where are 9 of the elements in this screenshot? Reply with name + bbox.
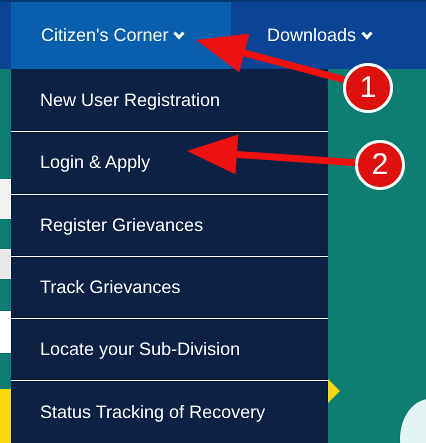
nav-item[interactable]: Citizen's Corner [11, 2, 231, 69]
chevron-down-icon [173, 31, 186, 40]
menu-item[interactable]: New User Registration [11, 69, 328, 132]
menu-item[interactable]: Locate your Sub-Division [11, 318, 328, 380]
menu-item[interactable]: Status Tracking of Recovery [11, 380, 328, 443]
menu-item[interactable]: Track Grievances [11, 256, 328, 318]
menu-item[interactable]: Register Grievances [11, 194, 328, 256]
chevron-down-icon [361, 31, 374, 40]
nav-item[interactable]: Downloads [267, 25, 374, 46]
